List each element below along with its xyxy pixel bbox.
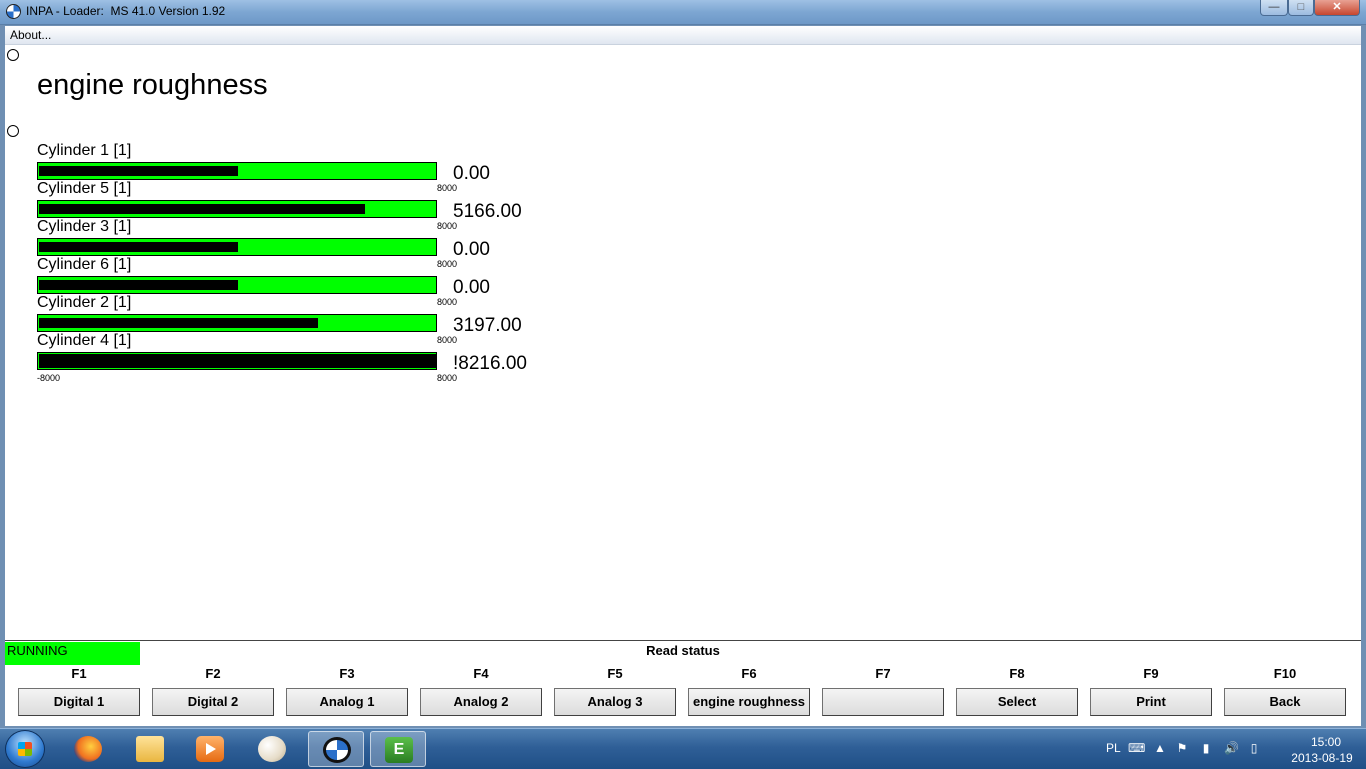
cylinder-row: Cylinder 3 [1] 0.00 8000 bbox=[37, 218, 557, 269]
fkey-button-f1[interactable]: Digital 1 bbox=[18, 688, 140, 716]
selection-marker-1 bbox=[7, 49, 19, 61]
fkey-button-f4[interactable]: Analog 2 bbox=[420, 688, 542, 716]
taskbar-ediabas[interactable]: E bbox=[370, 731, 426, 767]
bmw-app-icon bbox=[6, 4, 21, 19]
fkey-label-f8: F8 bbox=[1009, 666, 1025, 681]
cylinder-row: Cylinder 6 [1] 0.00 8000 bbox=[37, 256, 557, 307]
clock-time[interactable]: 15:00 bbox=[1296, 735, 1356, 749]
taskbar-inpa[interactable] bbox=[308, 731, 364, 767]
windows-logo-icon bbox=[18, 742, 32, 756]
fkey-label-f1: F1 bbox=[71, 666, 87, 681]
media-player-icon bbox=[196, 736, 224, 762]
roughness-bar-fill bbox=[39, 280, 238, 290]
clock-date[interactable]: 2013-08-19 bbox=[1282, 751, 1362, 765]
cylinder-row: Cylinder 5 [1] 5166.00 8000 bbox=[37, 180, 557, 231]
close-button[interactable]: ✕ bbox=[1314, 0, 1360, 16]
network-signal-icon[interactable]: ▮ bbox=[1200, 742, 1212, 754]
fkey-button-f9[interactable]: Print bbox=[1090, 688, 1212, 716]
fkey-label-f3: F3 bbox=[339, 666, 355, 681]
keyboard-icon[interactable]: ⌨ bbox=[1128, 742, 1145, 754]
start-button[interactable] bbox=[5, 730, 45, 768]
cylinder-label: Cylinder 1 [1] bbox=[37, 142, 132, 159]
taskbar-media-player[interactable] bbox=[182, 731, 238, 767]
title-bar: INPA - Loader: MS 41.0 Version 1.92 — □ … bbox=[0, 0, 1366, 25]
battery-icon[interactable]: ▯ bbox=[1248, 742, 1260, 754]
fkey-label-f6: F6 bbox=[741, 666, 757, 681]
bar-min-label: -8000 bbox=[37, 373, 61, 383]
fkey-label-f2: F2 bbox=[205, 666, 221, 681]
status-bar: Read status RUNNING bbox=[5, 640, 1361, 667]
bar-max-label: 8000 bbox=[437, 373, 458, 383]
volume-icon[interactable]: 🔊 bbox=[1224, 742, 1239, 754]
roughness-bar bbox=[37, 276, 437, 294]
cylinder-row: Cylinder 4 [1] !8216.00 8000 -8000 bbox=[37, 332, 557, 383]
roughness-bar-fill bbox=[39, 204, 365, 214]
read-status-text: Read status bbox=[646, 643, 720, 658]
ediabas-icon: E bbox=[385, 737, 413, 763]
bmw-icon bbox=[323, 737, 351, 763]
fkey-label-f5: F5 bbox=[607, 666, 623, 681]
firefox-icon bbox=[74, 736, 102, 762]
maximize-button[interactable]: □ bbox=[1288, 0, 1314, 16]
main-panel: engine roughness Cylinder 1 [1] 0.00 8000 C… bbox=[5, 45, 1361, 640]
fkey-button-f2[interactable]: Digital 2 bbox=[152, 688, 274, 716]
folder-icon bbox=[136, 736, 164, 762]
cylinder-row: Cylinder 2 [1] 3197.00 8000 bbox=[37, 294, 557, 345]
fkey-button-f10[interactable]: Back bbox=[1224, 688, 1346, 716]
cylinder-label: Cylinder 3 [1] bbox=[37, 218, 132, 235]
cylinder-label: Cylinder 2 [1] bbox=[37, 294, 132, 311]
roughness-bar-fill bbox=[39, 318, 318, 328]
minimize-button[interactable]: — bbox=[1260, 0, 1288, 16]
menu-bar: About... bbox=[5, 26, 1361, 45]
fkey-button-f5[interactable]: Analog 3 bbox=[554, 688, 676, 716]
cylinder-value: !8216.00 bbox=[453, 353, 527, 374]
language-indicator[interactable]: PL bbox=[1106, 741, 1121, 755]
function-key-bar: F1 Digital 1 F2 Digital 2 F3 Analog 1 F4 Analog… bbox=[5, 666, 1361, 726]
taskbar-explorer[interactable] bbox=[122, 731, 178, 767]
fkey-button-f6[interactable]: engine roughness bbox=[688, 688, 810, 716]
roughness-bar bbox=[37, 314, 437, 332]
fkey-button-f7[interactable] bbox=[822, 688, 944, 716]
fkey-label-f4: F4 bbox=[473, 666, 489, 681]
roughness-bar bbox=[37, 162, 437, 180]
taskbar-paint[interactable] bbox=[244, 731, 300, 767]
fkey-label-f9: F9 bbox=[1143, 666, 1159, 681]
roughness-bar-fill bbox=[39, 166, 238, 176]
roughness-bar bbox=[37, 352, 437, 370]
cylinder-label: Cylinder 4 [1] bbox=[37, 332, 132, 349]
cylinder-row: Cylinder 1 [1] 0.00 8000 bbox=[37, 142, 557, 193]
taskbar-firefox[interactable] bbox=[60, 731, 116, 767]
roughness-bar-fill bbox=[39, 242, 238, 252]
roughness-bar bbox=[37, 200, 437, 218]
taskbar: E PL ⌨ ▲ ⚑ ▮ 🔊 ▯ 15:00 2013-08-19 bbox=[0, 728, 1366, 769]
system-tray: PL ⌨ ▲ ⚑ ▮ 🔊 ▯ 15:00 2013-08-19 bbox=[1100, 729, 1366, 769]
roughness-bar bbox=[37, 238, 437, 256]
fkey-label-f10: F10 bbox=[1273, 666, 1297, 681]
cylinder-label: Cylinder 6 [1] bbox=[37, 256, 132, 273]
running-status-badge: RUNNING bbox=[5, 642, 140, 665]
show-hidden-icons-icon[interactable]: ▲ bbox=[1154, 742, 1166, 754]
menu-about[interactable]: About... bbox=[10, 28, 51, 42]
window-title: INPA - Loader: MS 41.0 Version 1.92 bbox=[26, 4, 226, 18]
fkey-label-f7: F7 bbox=[875, 666, 891, 681]
page-title: engine roughness bbox=[37, 69, 268, 101]
fkey-button-f3[interactable]: Analog 1 bbox=[286, 688, 408, 716]
selection-marker-2 bbox=[7, 125, 19, 137]
fkey-button-f8[interactable]: Select bbox=[956, 688, 1078, 716]
action-center-flag-icon[interactable]: ⚑ bbox=[1176, 742, 1188, 754]
roughness-bar-fill bbox=[39, 354, 437, 368]
cylinder-label: Cylinder 5 [1] bbox=[37, 180, 132, 197]
paint-icon bbox=[258, 736, 286, 762]
